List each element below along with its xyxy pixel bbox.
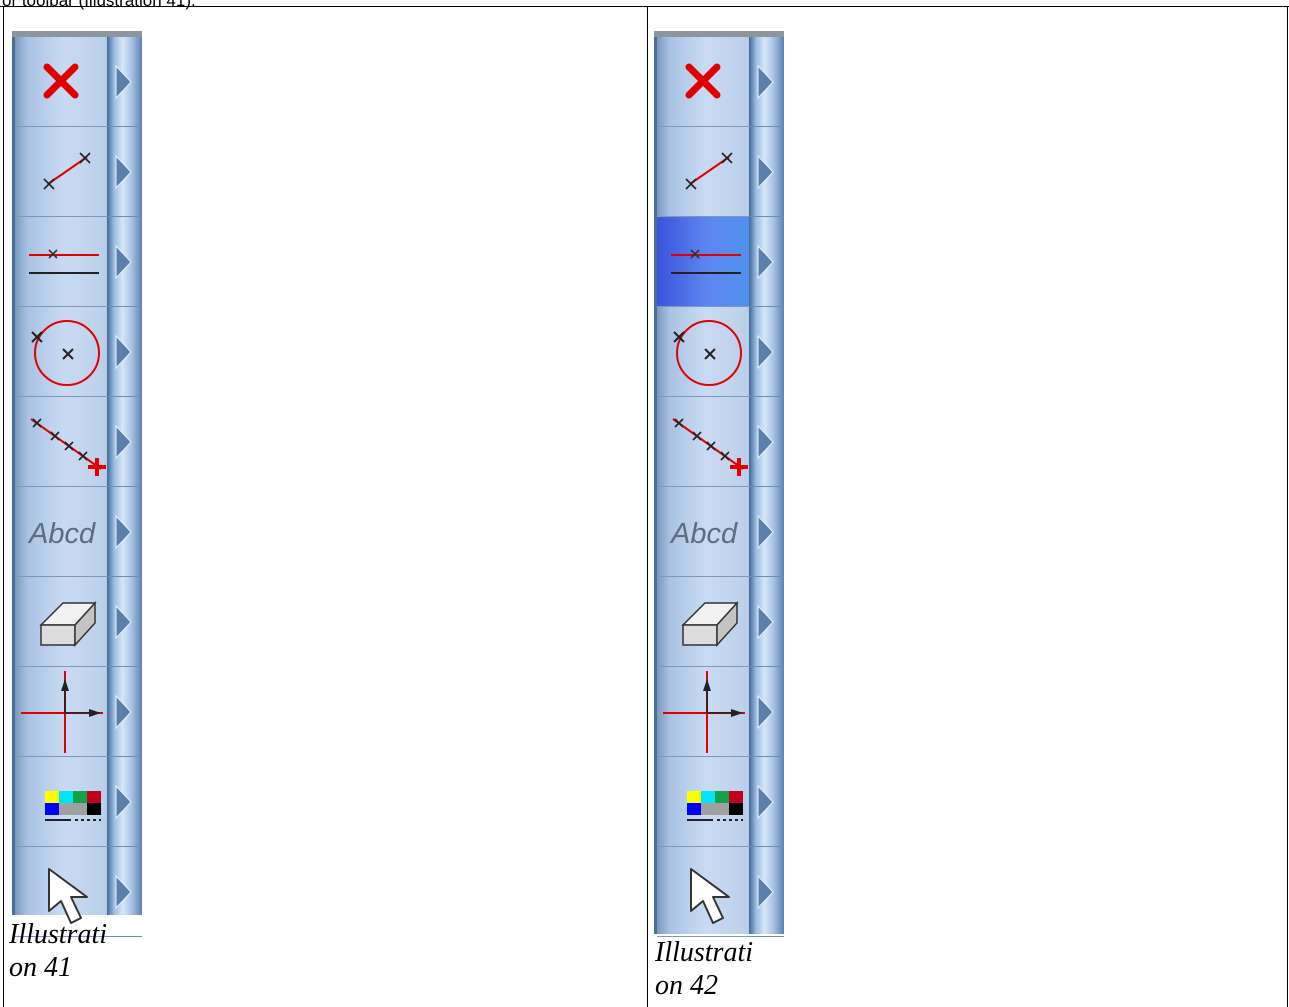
triangle-right-icon [115, 424, 132, 460]
circle-tool-submenu-button[interactable] [107, 307, 142, 397]
points-on-line-tool[interactable] [15, 397, 107, 487]
triangle-right-icon [757, 154, 774, 190]
line-segment-tool-submenu-button[interactable] [749, 127, 784, 217]
red-x-icon [685, 63, 721, 99]
toolbar-illustration-42: Abcd [654, 31, 784, 937]
eraser-icon [39, 601, 97, 647]
color-palette-icon [687, 791, 743, 821]
text-icon: Abcd [669, 518, 738, 550]
delete-tool-submenu-button[interactable] [749, 37, 784, 127]
color-style-tool-submenu-button[interactable] [107, 757, 142, 847]
triangle-right-icon [757, 244, 774, 280]
table-right-border [1287, 6, 1288, 1007]
segment-icon [685, 152, 733, 190]
axes-icon [21, 671, 103, 753]
color-style-tool-submenu-button[interactable] [749, 757, 784, 847]
axes-tool-submenu-button[interactable] [749, 667, 784, 757]
caption-illustration-42: Illustrati on 42 [655, 936, 753, 1002]
triangle-right-icon [757, 64, 774, 100]
axes-icon [663, 671, 745, 753]
caption-line-2: on 41 [9, 952, 72, 983]
triangle-right-icon [115, 64, 132, 100]
parallel-line-tool[interactable] [657, 217, 749, 307]
text-tool-label: Abcd [27, 518, 96, 550]
axes-tool[interactable] [657, 667, 749, 757]
caption-illustration-41: Illustrati on 41 [9, 918, 107, 984]
parallel-line-icon [29, 249, 99, 274]
color-palette-icon [45, 791, 101, 821]
points-line-icon [672, 418, 748, 476]
color-style-tool[interactable] [15, 757, 107, 847]
eraser-icon [681, 601, 739, 647]
triangle-right-icon [115, 154, 132, 190]
axes-tool[interactable] [15, 667, 107, 757]
table-middle-border [647, 6, 648, 1007]
triangle-right-icon [757, 874, 774, 910]
eraser-tool-submenu-button[interactable] [107, 577, 142, 667]
line-segment-tool-submenu-button[interactable] [107, 127, 142, 217]
parallel-line-tool-submenu-button[interactable] [107, 217, 142, 307]
caption-line-1: Illustrati [9, 919, 108, 950]
table-top-border [0, 6, 1289, 7]
points-on-line-tool-submenu-button[interactable] [749, 397, 784, 487]
toolbar-illustration-41: Abcd [12, 31, 142, 937]
pointer-tool-submenu-button[interactable] [107, 847, 142, 937]
triangle-right-icon [757, 334, 774, 370]
circle-icon [673, 320, 742, 386]
delete-tool-submenu-button[interactable] [107, 37, 142, 127]
triangle-right-icon [115, 604, 132, 640]
triangle-right-icon [115, 694, 132, 730]
circle-tool[interactable] [657, 307, 749, 397]
triangle-right-icon [757, 694, 774, 730]
text-tool-label: Abcd [669, 518, 738, 550]
delete-tool[interactable] [657, 37, 749, 127]
text-tool-submenu-button[interactable] [107, 487, 142, 577]
circle-tool[interactable] [15, 307, 107, 397]
delete-tool[interactable] [15, 37, 107, 127]
triangle-right-icon [757, 784, 774, 820]
eraser-tool[interactable] [657, 577, 749, 667]
triangle-right-icon [115, 784, 132, 820]
triangle-right-icon [115, 874, 132, 910]
text-tool[interactable]: Abcd [657, 487, 749, 577]
circle-icon [31, 320, 100, 386]
caption-line-1: Illustrati [655, 937, 754, 968]
caption-line-2: on 42 [655, 970, 718, 1001]
triangle-right-icon [757, 604, 774, 640]
red-x-icon [43, 63, 79, 99]
circle-tool-submenu-button[interactable] [749, 307, 784, 397]
text-icon: Abcd [27, 518, 96, 550]
triangle-right-icon [115, 244, 132, 280]
text-tool[interactable]: Abcd [15, 487, 107, 577]
parallel-line-icon [671, 249, 741, 274]
text-tool-submenu-button[interactable] [749, 487, 784, 577]
table-left-border [3, 6, 4, 1007]
color-style-tool[interactable] [657, 757, 749, 847]
pointer-tool[interactable] [657, 847, 749, 937]
points-on-line-tool-submenu-button[interactable] [107, 397, 142, 487]
parallel-line-tool-submenu-button[interactable] [749, 217, 784, 307]
points-line-icon [30, 418, 106, 476]
line-segment-tool[interactable] [15, 127, 107, 217]
axes-tool-submenu-button[interactable] [107, 667, 142, 757]
eraser-tool[interactable] [15, 577, 107, 667]
line-segment-tool[interactable] [657, 127, 749, 217]
triangle-right-icon [115, 514, 132, 550]
triangle-right-icon [757, 514, 774, 550]
points-on-line-tool[interactable] [657, 397, 749, 487]
pointer-tool-submenu-button[interactable] [749, 847, 784, 937]
eraser-tool-submenu-button[interactable] [749, 577, 784, 667]
segment-icon [43, 152, 91, 190]
parallel-line-tool[interactable] [15, 217, 107, 307]
triangle-right-icon [115, 334, 132, 370]
triangle-right-icon [757, 424, 774, 460]
cursor-arrow-icon [690, 868, 730, 924]
